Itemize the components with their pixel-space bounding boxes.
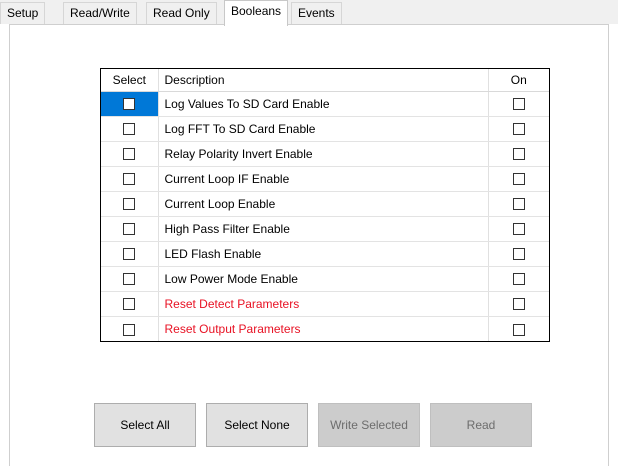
on-checkbox-icon[interactable] <box>512 273 525 286</box>
select-checkbox-icon[interactable] <box>123 248 136 261</box>
on-checkbox-icon[interactable] <box>512 198 525 211</box>
select-cell[interactable] <box>101 91 159 117</box>
description-cell: Low Power Mode Enable <box>158 266 489 292</box>
select-checkbox-icon[interactable] <box>123 298 136 311</box>
on-cell[interactable] <box>488 316 549 341</box>
select-cell[interactable] <box>101 166 159 192</box>
column-header-on[interactable]: On <box>488 69 549 92</box>
select-checkbox-icon[interactable] <box>123 123 136 136</box>
on-checkbox-icon[interactable] <box>512 223 525 236</box>
table-row: Low Power Mode Enable <box>101 266 549 292</box>
tab-read-only[interactable]: Read Only <box>146 2 217 24</box>
on-cell[interactable] <box>488 291 549 317</box>
on-cell[interactable] <box>488 91 549 117</box>
on-cell[interactable] <box>488 191 549 217</box>
on-cell[interactable] <box>488 216 549 242</box>
read-button[interactable]: Read <box>430 403 532 447</box>
select-checkbox-icon[interactable] <box>123 198 136 211</box>
tab-booleans[interactable]: Booleans <box>224 0 289 26</box>
select-checkbox-icon[interactable] <box>123 173 136 186</box>
on-cell[interactable] <box>488 116 549 142</box>
select-checkbox-icon[interactable] <box>123 323 136 336</box>
select-cell[interactable] <box>101 241 159 267</box>
on-cell[interactable] <box>488 141 549 167</box>
booleans-grid: Select Description On Log Values To SD C… <box>100 68 550 342</box>
on-cell[interactable] <box>488 241 549 267</box>
description-cell: Relay Polarity Invert Enable <box>158 141 489 167</box>
description-cell: Log Values To SD Card Enable <box>158 91 489 117</box>
select-cell[interactable] <box>101 116 159 142</box>
on-checkbox-icon[interactable] <box>512 148 525 161</box>
description-cell: Reset Detect Parameters <box>158 291 489 317</box>
select-none-button[interactable]: Select None <box>206 403 308 447</box>
select-cell[interactable] <box>101 191 159 217</box>
description-cell: Current Loop Enable <box>158 191 489 217</box>
on-cell[interactable] <box>488 166 549 192</box>
booleans-table: Select Description On Log Values To SD C… <box>101 69 549 341</box>
table-row: Reset Detect Parameters <box>101 291 549 317</box>
on-cell[interactable] <box>488 266 549 292</box>
select-checkbox-icon[interactable] <box>123 98 136 111</box>
table-row: Log Values To SD Card Enable <box>101 91 549 117</box>
table-row: Reset Output Parameters <box>101 316 549 341</box>
column-header-description[interactable]: Description <box>158 69 489 92</box>
description-cell: Reset Output Parameters <box>158 316 489 341</box>
select-cell[interactable] <box>101 291 159 317</box>
table-body: Log Values To SD Card Enable Log FFT To S… <box>101 91 549 341</box>
column-header-select[interactable]: Select <box>101 69 159 92</box>
table-row: Current Loop Enable <box>101 191 549 217</box>
on-checkbox-icon[interactable] <box>512 248 525 261</box>
on-checkbox-icon[interactable] <box>512 298 525 311</box>
table-header-row: Select Description On <box>101 69 549 92</box>
select-checkbox-icon[interactable] <box>123 223 136 236</box>
table-row: LED Flash Enable <box>101 241 549 267</box>
select-cell[interactable] <box>101 216 159 242</box>
on-checkbox-icon[interactable] <box>512 323 525 336</box>
select-all-button[interactable]: Select All <box>94 403 196 447</box>
table-row: High Pass Filter Enable <box>101 216 549 242</box>
tab-bar: Setup Read/Write Read Only Booleans Even… <box>0 0 618 26</box>
on-checkbox-icon[interactable] <box>512 173 525 186</box>
booleans-panel: Select Description On Log Values To SD C… <box>9 24 609 466</box>
select-checkbox-icon[interactable] <box>123 148 136 161</box>
select-checkbox-icon[interactable] <box>123 273 136 286</box>
tab-events[interactable]: Events <box>291 2 342 24</box>
table-row: Relay Polarity Invert Enable <box>101 141 549 167</box>
tab-setup[interactable]: Setup <box>0 2 46 24</box>
description-cell: LED Flash Enable <box>158 241 489 267</box>
select-cell[interactable] <box>101 266 159 292</box>
description-cell: Current Loop IF Enable <box>158 166 489 192</box>
write-selected-button[interactable]: Write Selected <box>318 403 420 447</box>
description-cell: Log FFT To SD Card Enable <box>158 116 489 142</box>
table-row: Current Loop IF Enable <box>101 166 549 192</box>
select-cell[interactable] <box>101 141 159 167</box>
table-row: Log FFT To SD Card Enable <box>101 116 549 142</box>
on-checkbox-icon[interactable] <box>512 98 525 111</box>
tab-read-write[interactable]: Read/Write <box>63 2 137 24</box>
on-checkbox-icon[interactable] <box>512 123 525 136</box>
description-cell: High Pass Filter Enable <box>158 216 489 242</box>
select-cell[interactable] <box>101 316 159 341</box>
